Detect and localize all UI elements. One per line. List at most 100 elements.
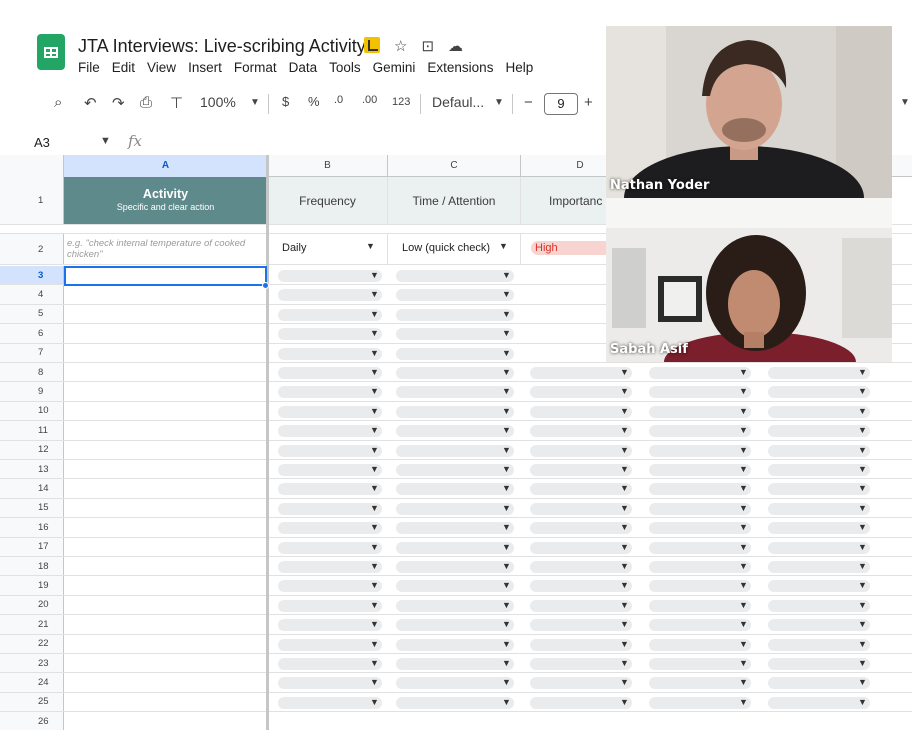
cloud-status-icon[interactable]: ☁ <box>448 37 463 55</box>
activity-cell[interactable] <box>64 401 268 421</box>
dropdown-caret-icon[interactable]: ▼ <box>502 424 511 436</box>
dropdown-caret-icon[interactable]: ▼ <box>739 599 748 611</box>
time-dropdown[interactable] <box>396 677 514 690</box>
currency-button[interactable]: $ <box>282 94 289 109</box>
importance-dropdown[interactable] <box>530 561 632 573</box>
dropdown-caret-icon[interactable]: ▼ <box>858 482 867 494</box>
dropdown-caret-icon[interactable]: ▼ <box>370 288 379 300</box>
frequency-dropdown[interactable] <box>278 347 382 360</box>
frozen-column-divider[interactable] <box>266 155 269 730</box>
importance-dropdown[interactable] <box>530 444 632 457</box>
importance-dropdown[interactable] <box>530 638 632 651</box>
col-e-dropdown[interactable] <box>649 405 751 418</box>
dropdown-caret-icon[interactable]: ▼ <box>502 385 511 397</box>
col-e-dropdown[interactable] <box>649 677 751 690</box>
menu-format[interactable]: Format <box>234 60 277 75</box>
dropdown-caret-icon[interactable]: ▼ <box>739 638 748 650</box>
row-number[interactable]: 13 <box>0 460 64 479</box>
font-size-increase-button[interactable]: + <box>584 94 593 111</box>
dropdown-caret-icon[interactable]: ▼ <box>502 599 511 611</box>
dropdown-caret-icon[interactable]: ▼ <box>370 463 379 475</box>
col-e-dropdown[interactable] <box>649 599 751 612</box>
dropdown-caret-icon[interactable]: ▼ <box>620 541 629 553</box>
time-dropdown[interactable] <box>396 464 514 476</box>
dropdown-caret-icon[interactable]: ▼ <box>620 618 629 630</box>
frequency-dropdown[interactable] <box>278 696 382 709</box>
col-e-dropdown[interactable] <box>649 502 751 515</box>
importance-dropdown[interactable] <box>530 658 632 670</box>
dropdown-caret-icon[interactable]: ▼ <box>620 482 629 494</box>
dropdown-caret-icon[interactable]: ▼ <box>858 405 867 417</box>
example-time-cell[interactable]: Low (quick check) ▼ <box>388 234 521 264</box>
menu-view[interactable]: View <box>147 60 176 75</box>
activity-cell[interactable] <box>64 692 268 712</box>
menu-tools[interactable]: Tools <box>329 60 361 75</box>
dropdown-caret-icon[interactable]: ▼ <box>370 541 379 553</box>
column-header-b[interactable]: B <box>268 155 388 177</box>
col-e-dropdown[interactable] <box>649 483 751 496</box>
activity-cell[interactable] <box>64 634 268 653</box>
importance-dropdown[interactable] <box>530 522 632 535</box>
importance-dropdown[interactable] <box>530 580 632 593</box>
frequency-dropdown[interactable] <box>278 425 382 438</box>
row-number[interactable]: 14 <box>0 479 64 498</box>
video-tile-nathan[interactable]: Nathan Yoder <box>606 26 892 198</box>
font-select[interactable]: Defaul... <box>432 94 484 110</box>
dropdown-caret-icon[interactable]: ▼ <box>502 541 511 553</box>
activity-cell[interactable] <box>64 615 268 634</box>
importance-dropdown[interactable] <box>530 599 632 612</box>
dropdown-caret-icon[interactable]: ▼ <box>502 579 511 591</box>
dropdown-caret-icon[interactable]: ▼ <box>739 482 748 494</box>
dropdown-caret-icon[interactable]: ▼ <box>502 638 511 650</box>
dropdown-caret-icon[interactable]: ▼ <box>739 385 748 397</box>
col-f-dropdown[interactable] <box>768 502 870 515</box>
col-f-dropdown[interactable] <box>768 580 870 593</box>
frequency-dropdown[interactable] <box>278 308 382 321</box>
dropdown-caret-icon[interactable]: ▼ <box>620 560 629 572</box>
frequency-dropdown[interactable] <box>278 580 382 593</box>
frequency-dropdown[interactable] <box>278 541 382 554</box>
row-number[interactable]: 6 <box>0 324 64 343</box>
importance-dropdown[interactable] <box>530 386 632 399</box>
col-e-dropdown[interactable] <box>649 561 751 573</box>
frequency-dropdown[interactable] <box>278 405 382 418</box>
row-number[interactable]: 23 <box>0 654 64 673</box>
importance-dropdown[interactable] <box>530 425 632 438</box>
move-to-folder-icon[interactable]: ⊡ <box>421 37 434 55</box>
dropdown-caret-icon[interactable]: ▼ <box>502 327 511 339</box>
time-dropdown[interactable] <box>396 599 514 612</box>
dropdown-caret-icon[interactable]: ▼ <box>620 676 629 688</box>
dropdown-caret-icon[interactable]: ▼ <box>620 599 629 611</box>
frequency-dropdown[interactable] <box>278 561 382 573</box>
dropdown-caret-icon[interactable]: ▼ <box>739 444 748 456</box>
dropdown-caret-icon[interactable]: ▼ <box>502 308 511 320</box>
dropdown-caret-icon[interactable]: ▼ <box>620 405 629 417</box>
dropdown-caret-icon[interactable]: ▼ <box>502 502 511 514</box>
col-e-dropdown[interactable] <box>649 580 751 593</box>
column-header-c[interactable]: C <box>388 155 521 177</box>
time-dropdown[interactable] <box>396 386 514 399</box>
dropdown-caret-icon[interactable]: ▼ <box>858 657 867 669</box>
number-format-button[interactable]: 123 <box>392 96 410 108</box>
menu-data[interactable]: Data <box>289 60 318 75</box>
dropdown-caret-icon[interactable]: ▼ <box>858 618 867 630</box>
dropdown-caret-icon[interactable]: ▼ <box>620 424 629 436</box>
col-f-dropdown[interactable] <box>768 696 870 709</box>
dropdown-caret-icon[interactable]: ▼ <box>739 405 748 417</box>
name-box[interactable]: A3 <box>34 135 50 150</box>
dropdown-caret-icon[interactable]: ▼ <box>620 638 629 650</box>
col-f-dropdown[interactable] <box>768 367 870 379</box>
dropdown-caret-icon[interactable]: ▼ <box>502 366 511 378</box>
dropdown-caret-icon[interactable]: ▼ <box>620 696 629 708</box>
dropdown-caret-icon[interactable]: ▼ <box>739 676 748 688</box>
dropdown-caret-icon[interactable]: ▼ <box>858 502 867 514</box>
sheets-logo-icon[interactable] <box>37 34 65 70</box>
dropdown-caret-icon[interactable]: ▼ <box>739 560 748 572</box>
dropdown-caret-icon[interactable]: ▼ <box>502 444 511 456</box>
row-number[interactable]: 22 <box>0 634 64 653</box>
font-caret-icon[interactable]: ▼ <box>494 97 504 108</box>
time-dropdown[interactable] <box>396 522 514 535</box>
activity-cell[interactable] <box>64 285 268 304</box>
activity-cell[interactable] <box>64 498 268 518</box>
time-dropdown[interactable] <box>396 444 514 457</box>
